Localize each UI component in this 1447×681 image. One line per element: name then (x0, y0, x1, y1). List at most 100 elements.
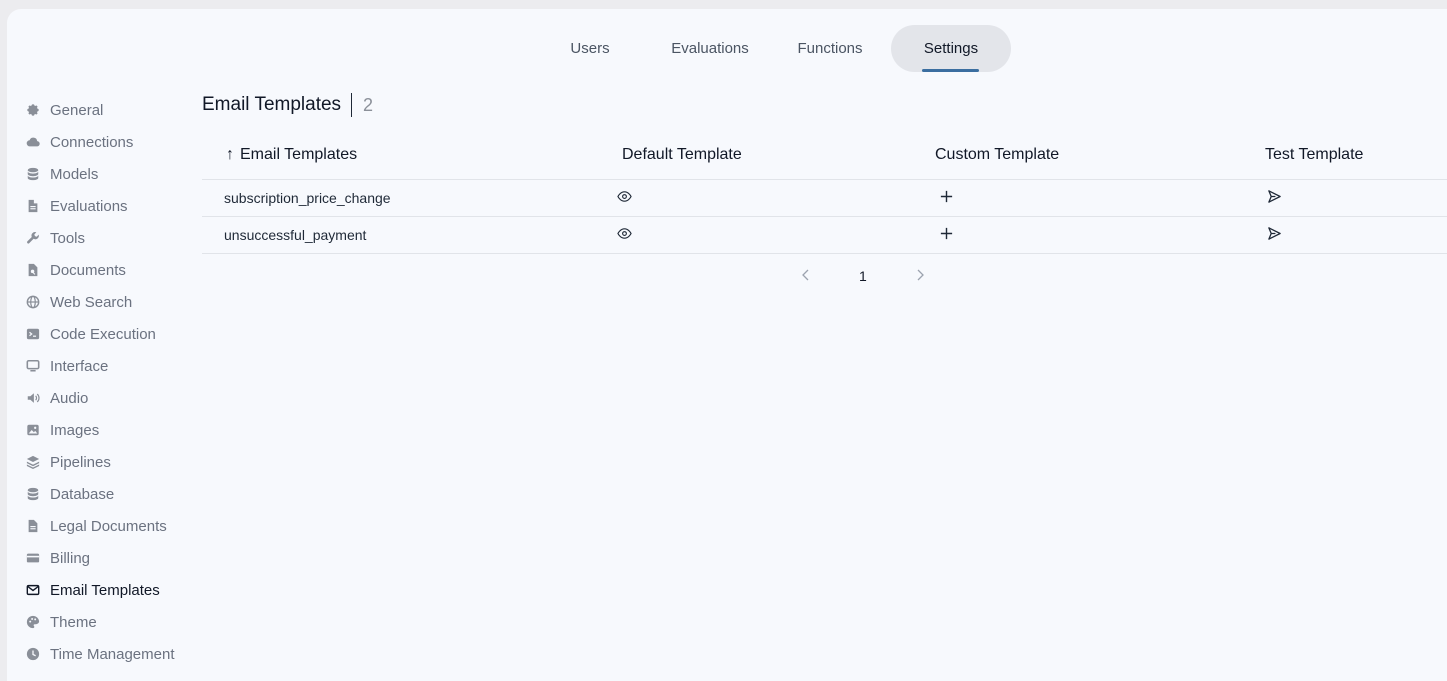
sidebar-item-label: Billing (50, 549, 91, 567)
send-icon[interactable] (1265, 188, 1283, 206)
sidebar-item-label: Connections (50, 133, 134, 151)
column-header-label: Email Templates (240, 145, 358, 163)
custom-template-cell (931, 179, 1260, 217)
sidebar-item-audio[interactable]: Audio (26, 382, 201, 414)
top-tabs: Users Evaluations Functions Settings (7, 25, 1447, 73)
sidebar-item-code-execution[interactable]: Code Execution (26, 318, 201, 350)
settings-sidebar: General Connections Models Evaluations T… (26, 94, 201, 670)
sidebar-item-label: Email Templates (50, 581, 160, 599)
sidebar-item-pipelines[interactable]: Pipelines (26, 446, 201, 478)
templates-table: ↑ Email Templates Default Template Custom… (202, 131, 1447, 254)
image-icon (26, 423, 40, 437)
sidebar-item-label: Evaluations (50, 197, 128, 215)
sidebar-item-label: Web Search (50, 293, 133, 311)
sidebar-item-legal-documents[interactable]: Legal Documents (26, 510, 201, 542)
document-icon (26, 519, 40, 533)
speaker-icon (26, 391, 40, 405)
column-header-label: Test Template (1265, 145, 1364, 163)
column-header-custom-template: Custom Template (931, 131, 1260, 180)
palette-icon (26, 615, 40, 629)
sort-ascending-icon: ↑ (226, 145, 234, 163)
sidebar-item-general[interactable]: General (26, 94, 201, 126)
sidebar-item-time-management[interactable]: Time Management (26, 638, 201, 670)
test-template-cell (1260, 216, 1447, 254)
table-header-row: ↑ Email Templates Default Template Custom… (202, 131, 1447, 180)
template-name: unsuccessful_payment (202, 216, 610, 254)
sidebar-item-label: Pipelines (50, 453, 111, 471)
sidebar-item-connections[interactable]: Connections (26, 126, 201, 158)
tab-label: Functions (797, 40, 863, 57)
page-title: Email Templates (202, 94, 342, 115)
test-template-cell (1260, 179, 1447, 217)
gear-icon (26, 103, 40, 117)
default-template-cell (610, 216, 931, 254)
page-header: Email Templates 2 (202, 89, 1447, 121)
layers-icon (26, 455, 40, 469)
tab-label: Evaluations (671, 40, 749, 57)
wrench-icon (26, 231, 40, 245)
sidebar-item-database[interactable]: Database (26, 478, 201, 510)
send-icon[interactable] (1265, 225, 1283, 243)
sidebar-item-label: Documents (50, 261, 126, 279)
default-template-cell (610, 179, 931, 217)
main-content: Email Templates 2 ↑ Email Templates Defau… (202, 89, 1447, 304)
sidebar-item-documents[interactable]: Documents (26, 254, 201, 286)
sidebar-item-label: General (50, 101, 104, 119)
sidebar-item-label: Audio (50, 389, 89, 407)
sidebar-item-email-templates[interactable]: Email Templates (26, 574, 201, 606)
sidebar-item-label: Models (50, 165, 99, 183)
terminal-icon (26, 327, 40, 341)
sidebar-item-tools[interactable]: Tools (26, 222, 201, 254)
active-tab-indicator (922, 69, 979, 72)
settings-panel: Users Evaluations Functions Settings Gen… (7, 9, 1447, 681)
sidebar-item-label: Legal Documents (50, 517, 167, 535)
plus-icon[interactable] (937, 225, 955, 243)
sidebar-item-interface[interactable]: Interface (26, 350, 201, 382)
template-count: 2 (363, 94, 374, 115)
sidebar-item-theme[interactable]: Theme (26, 606, 201, 638)
tab-settings[interactable]: Settings (891, 25, 1011, 72)
eye-icon[interactable] (615, 225, 633, 243)
cloud-icon (26, 135, 40, 149)
column-header-test-template: Test Template (1260, 131, 1447, 180)
database-icon (26, 487, 40, 501)
sidebar-item-models[interactable]: Models (26, 158, 201, 190)
tab-label: Users (570, 40, 610, 57)
clock-icon (26, 647, 40, 661)
plus-icon[interactable] (937, 188, 955, 206)
sidebar-item-evaluations[interactable]: Evaluations (26, 190, 201, 222)
globe-icon (26, 295, 40, 309)
table-row: subscription_price_change (202, 179, 1447, 217)
monitor-icon (26, 359, 40, 373)
sidebar-item-label: Theme (50, 613, 97, 631)
sidebar-item-label: Time Management (50, 645, 175, 663)
sidebar-item-billing[interactable]: Billing (26, 542, 201, 574)
credit-card-icon (26, 551, 40, 565)
tab-evaluations[interactable]: Evaluations (650, 25, 770, 72)
custom-template-cell (931, 216, 1260, 254)
eye-icon[interactable] (615, 188, 633, 206)
title-divider (351, 93, 353, 117)
sidebar-item-images[interactable]: Images (26, 414, 201, 446)
template-name: subscription_price_change (202, 179, 610, 217)
document-search-icon (26, 263, 40, 277)
pagination: 1 (202, 254, 1447, 304)
tab-label: Settings (923, 40, 979, 57)
sidebar-item-web-search[interactable]: Web Search (26, 286, 201, 318)
column-header-label: Custom Template (935, 145, 1060, 163)
chevron-left-icon[interactable] (800, 268, 812, 284)
document-icon (26, 199, 40, 213)
sidebar-item-label: Tools (50, 229, 86, 247)
tab-functions[interactable]: Functions (780, 25, 880, 72)
sidebar-item-label: Database (50, 485, 115, 503)
chevron-right-icon[interactable] (914, 268, 926, 284)
table-row: unsuccessful_payment (202, 216, 1447, 254)
tab-users[interactable]: Users (550, 25, 630, 72)
envelope-icon (26, 583, 40, 597)
page-number[interactable]: 1 (859, 268, 867, 284)
column-header-label: Default Template (622, 145, 742, 163)
sidebar-item-label: Images (50, 421, 100, 439)
column-header-default-template: Default Template (610, 131, 931, 180)
column-header-email-templates[interactable]: ↑ Email Templates (202, 131, 610, 180)
sidebar-item-label: Interface (50, 357, 109, 375)
